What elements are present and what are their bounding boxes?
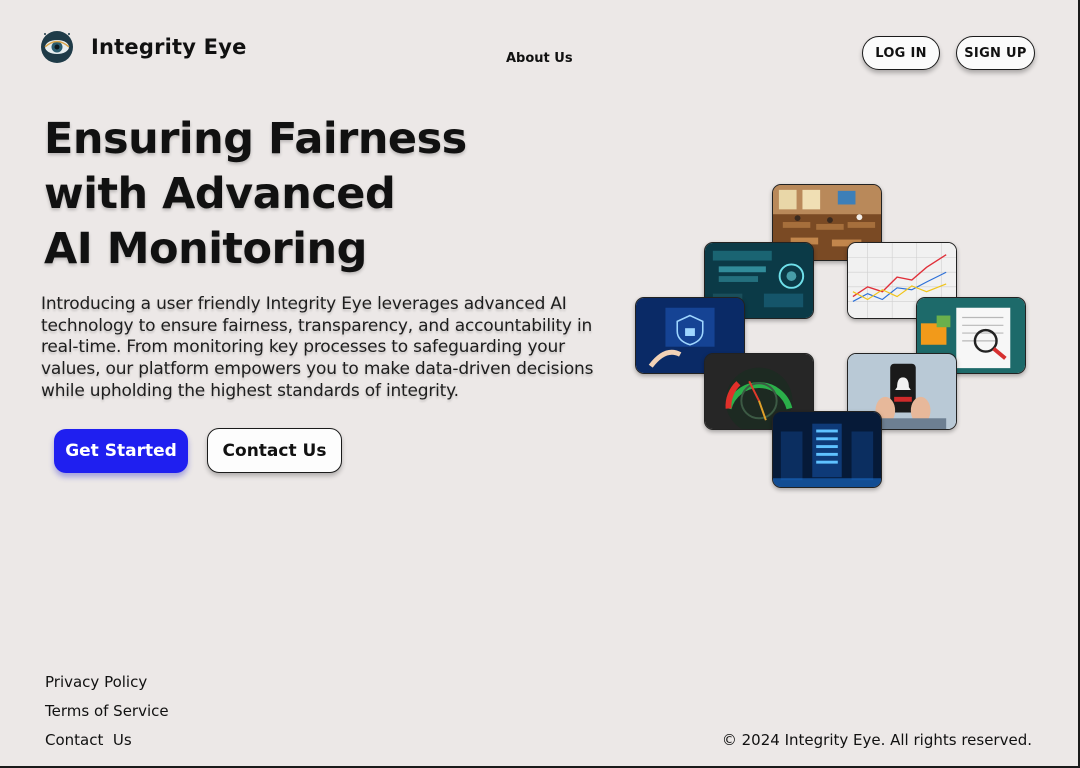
footer-privacy-policy-link[interactable]: Privacy Policy bbox=[45, 673, 147, 691]
footer-contact-link[interactable]: Contact Us bbox=[45, 731, 132, 749]
footer-terms-link[interactable]: Terms of Service bbox=[45, 702, 169, 720]
brand-logo[interactable]: Integrity Eye bbox=[40, 30, 247, 64]
login-button[interactable]: LOG IN bbox=[862, 36, 940, 70]
hero-title-line-2: with Advanced bbox=[44, 169, 396, 219]
hero-title-line-1: Ensuring Fairness bbox=[44, 114, 467, 164]
eye-logo-icon bbox=[41, 31, 73, 63]
brand-name: Integrity Eye bbox=[91, 35, 247, 59]
hero-description: Introducing a user friendly Integrity Ey… bbox=[41, 294, 594, 401]
server-room-image bbox=[772, 411, 882, 488]
nav-about-us-link[interactable]: About Us bbox=[506, 51, 573, 66]
contact-us-button[interactable]: Contact Us bbox=[207, 428, 342, 473]
get-started-button[interactable]: Get Started bbox=[54, 429, 188, 473]
hero-title: Ensuring Fairness with Advanced AI Monit… bbox=[44, 112, 564, 277]
hero-title-line-3: AI Monitoring bbox=[44, 224, 367, 274]
copyright-text: © 2024 Integrity Eye. All rights reserve… bbox=[721, 731, 1032, 749]
signup-button[interactable]: SIGN UP bbox=[956, 36, 1035, 70]
